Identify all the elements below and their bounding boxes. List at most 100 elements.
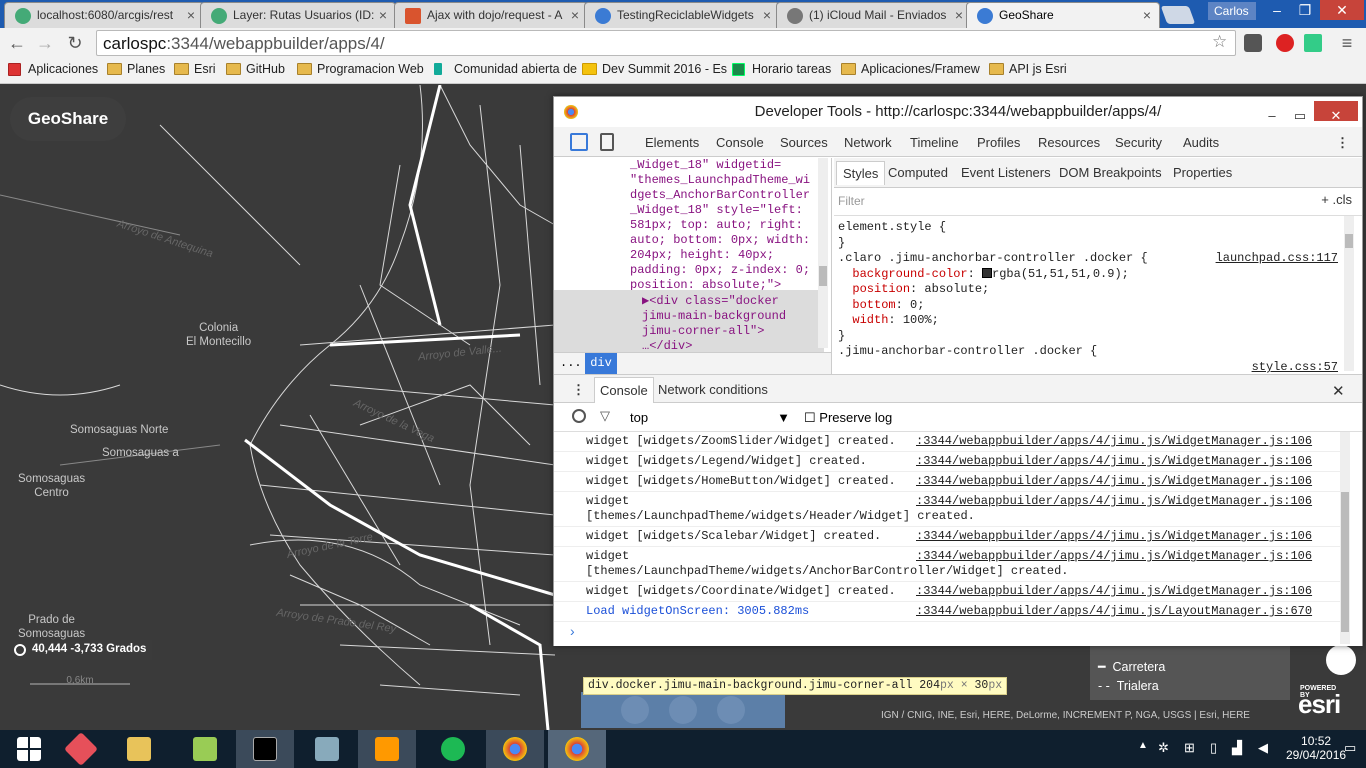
tab-event-listeners[interactable]: Event Listeners <box>961 165 1051 180</box>
close-icon[interactable]: ✕ <box>1314 101 1358 123</box>
crosshair-icon[interactable] <box>14 644 26 656</box>
bookmark-folder[interactable]: Aplicaciones/Framew <box>841 62 980 76</box>
source-link[interactable]: :3344/webappbuilder/apps/4/jimu.js/Layou… <box>916 604 1312 619</box>
anchor-widget-icon[interactable] <box>717 696 745 724</box>
minimize-icon[interactable]: – <box>1262 0 1292 20</box>
preserve-log-checkbox[interactable]: ☐ Preserve log <box>804 410 892 426</box>
esri-logo[interactable]: POWERED BY esri <box>1298 685 1341 720</box>
scrollbar[interactable] <box>818 158 828 348</box>
tab-sources[interactable]: Sources <box>780 135 828 150</box>
maximize-icon[interactable]: ▭ <box>1286 101 1314 123</box>
context-select[interactable]: top ▼ <box>630 410 790 425</box>
home-button[interactable] <box>1326 645 1356 675</box>
css-rules[interactable]: element.style { } .claro .jimu-anchorbar… <box>838 220 1338 374</box>
taskbar-app[interactable] <box>424 730 482 768</box>
bookmark-folder[interactable]: Programacion Web <box>297 62 424 76</box>
close-tab-icon[interactable]: × <box>379 7 387 23</box>
taskbar-app[interactable] <box>358 730 416 768</box>
bookmark-link[interactable]: Horario tareas <box>732 62 831 76</box>
styles-filter[interactable]: Filter + .cls <box>834 188 1362 216</box>
close-drawer-icon[interactable]: ✕ <box>1332 382 1345 400</box>
back-icon[interactable]: ← <box>6 32 28 54</box>
reload-icon[interactable]: ↻ <box>64 32 86 54</box>
css-source-link[interactable]: style.css:57 <box>1252 360 1338 374</box>
new-tab-button[interactable] <box>1160 6 1196 24</box>
bookmark-folder[interactable]: API js Esri <box>989 62 1067 76</box>
browser-tab-2[interactable]: Layer: Rutas Usuarios (ID: × <box>200 2 396 28</box>
close-tab-icon[interactable]: × <box>187 7 195 23</box>
scrollbar[interactable] <box>1344 216 1354 371</box>
app-title[interactable]: GeoShare <box>10 97 126 141</box>
battery-icon[interactable]: ▯ <box>1210 740 1217 756</box>
close-tab-icon[interactable]: × <box>955 7 963 23</box>
inspect-element-icon[interactable] <box>570 133 588 151</box>
bookmark-folder[interactable]: Esri <box>174 62 216 76</box>
close-window-icon[interactable]: ✕ <box>1320 0 1364 20</box>
drawer-tab-network-conditions[interactable]: Network conditions <box>658 382 768 397</box>
coordinate-widget[interactable]: 40,444 -3,733 Grados <box>10 640 153 660</box>
scrollbar-thumb[interactable] <box>1345 234 1353 248</box>
signal-icon[interactable]: ▟ <box>1232 740 1242 756</box>
show-hidden-icons[interactable]: ▲ <box>1138 740 1148 751</box>
source-link[interactable]: :3344/webappbuilder/apps/4/jimu.js/Widge… <box>916 529 1312 544</box>
console-prompt[interactable]: › <box>570 623 575 639</box>
start-button[interactable] <box>0 730 58 768</box>
taskbar-app[interactable] <box>298 730 356 768</box>
taskbar-app[interactable] <box>110 730 168 768</box>
browser-tab-active[interactable]: GeoShare × <box>966 2 1160 28</box>
address-bar[interactable]: carlospc:3344/webappbuilder/apps/4/ <box>96 30 1236 56</box>
source-link[interactable]: :3344/webappbuilder/apps/4/jimu.js/Widge… <box>916 454 1312 469</box>
source-link[interactable]: :3344/webappbuilder/apps/4/jimu.js/Widge… <box>916 584 1312 599</box>
drawer-tab-console[interactable]: Console <box>594 377 654 403</box>
close-tab-icon[interactable]: × <box>1143 7 1151 23</box>
browser-tab-5[interactable]: (1) iCloud Mail - Enviados × <box>776 2 972 28</box>
tab-audits[interactable]: Audits <box>1183 135 1219 150</box>
extension-icon[interactable] <box>1244 34 1262 52</box>
taskbar-app[interactable] <box>236 730 294 768</box>
clear-console-icon[interactable] <box>572 409 586 423</box>
bookmark-star-icon[interactable]: ☆ <box>1212 32 1227 52</box>
breadcrumb-ellipsis[interactable]: ... <box>560 356 582 370</box>
source-link[interactable]: :3344/webappbuilder/apps/4/jimu.js/Widge… <box>916 549 1312 564</box>
close-tab-icon[interactable]: × <box>571 7 579 23</box>
source-link[interactable]: :3344/webappbuilder/apps/4/jimu.js/Widge… <box>916 434 1312 449</box>
drawer-menu-icon[interactable]: ⋮ <box>572 382 585 398</box>
bookmark-link[interactable]: Dev Summit 2016 - Es <box>582 62 727 76</box>
taskbar-app[interactable] <box>176 730 234 768</box>
tab-elements[interactable]: Elements <box>645 135 699 150</box>
css-source-link[interactable]: launchpad.css:117 <box>1216 251 1338 267</box>
menu-icon[interactable]: ≡ <box>1336 32 1358 54</box>
volume-icon[interactable]: ◀ <box>1258 740 1268 756</box>
clock[interactable]: 10:52 29/04/2016 <box>1286 734 1346 762</box>
taskbar-app[interactable] <box>486 730 544 768</box>
more-options-icon[interactable]: ⋮ <box>1336 135 1349 151</box>
bookmark-apps[interactable]: Aplicaciones <box>8 62 98 76</box>
source-link[interactable]: :3344/webappbuilder/apps/4/jimu.js/Widge… <box>916 494 1312 509</box>
tab-network[interactable]: Network <box>844 135 892 150</box>
breadcrumb-selected[interactable]: div <box>585 353 617 374</box>
opera-icon[interactable] <box>1276 34 1294 52</box>
notifications-icon[interactable]: ▭ <box>1344 740 1356 756</box>
browser-tab-1[interactable]: localhost:6080/arcgis/rest × <box>4 2 204 28</box>
windows-icon[interactable]: ⊞ <box>1184 740 1195 756</box>
tab-console[interactable]: Console <box>716 135 764 150</box>
tab-styles[interactable]: Styles <box>836 161 886 185</box>
tab-computed[interactable]: Computed <box>888 165 948 180</box>
tab-profiles[interactable]: Profiles <box>977 135 1020 150</box>
maximize-icon[interactable]: ❐ <box>1290 0 1320 20</box>
browser-tab-3[interactable]: Ajax with dojo/request - A × <box>394 2 588 28</box>
close-tab-icon[interactable]: × <box>763 7 771 23</box>
browser-tab-4[interactable]: TestingReciclableWidgets × <box>584 2 780 28</box>
tab-properties[interactable]: Properties <box>1173 165 1232 180</box>
scrollbar-thumb[interactable] <box>1341 492 1349 632</box>
elements-panel[interactable]: _Widget_18" widgetid= "themes_LaunchpadT… <box>554 158 832 374</box>
taskbar-app[interactable] <box>548 730 606 768</box>
bookmark-folder[interactable]: GitHub <box>226 62 285 76</box>
bookmark-link[interactable]: Comunidad abierta de <box>434 62 577 76</box>
minimize-icon[interactable]: – <box>1258 101 1286 123</box>
network-icon[interactable]: ✲ <box>1158 740 1169 756</box>
user-profile-button[interactable]: Carlos <box>1208 2 1256 20</box>
console-log[interactable]: widget [widgets/ZoomSlider/Widget] creat… <box>554 432 1344 622</box>
tab-timeline[interactable]: Timeline <box>910 135 959 150</box>
anchor-widget-icon[interactable] <box>669 696 697 724</box>
